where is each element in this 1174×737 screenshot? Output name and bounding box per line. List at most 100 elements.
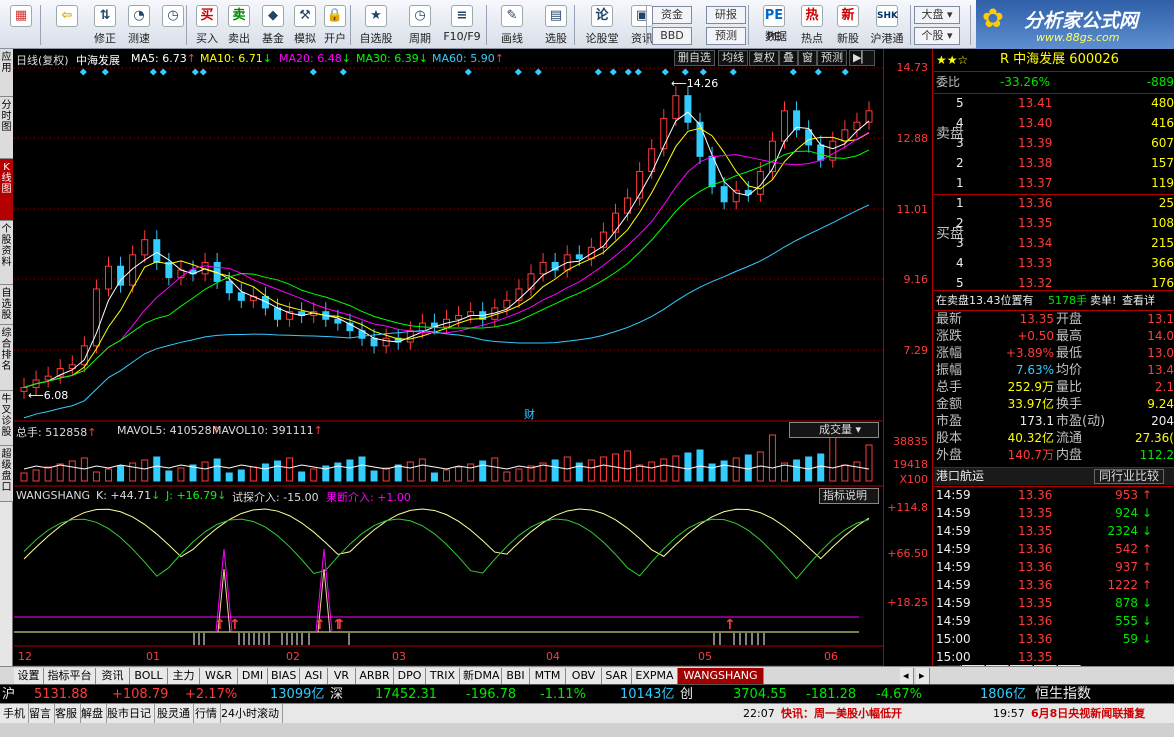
volume-bar: [467, 463, 475, 482]
hotspot-button[interactable]: 热热点: [794, 3, 830, 47]
buy-level-row[interactable]: 3 13.34 215: [934, 235, 1174, 252]
status-link[interactable]: 24小时滚动: [218, 704, 283, 723]
next-icon[interactable]: ▶▏: [849, 50, 875, 66]
index-ticker: 沪 5131.88 +108.79 +2.17% 13099亿 深 17452.…: [0, 684, 1174, 703]
scroll-left-icon[interactable]: ◂: [900, 668, 914, 684]
chart-tool-button[interactable]: 复权: [749, 50, 779, 66]
chart-tool-button[interactable]: 删自选: [674, 50, 715, 66]
indicator-tab[interactable]: BOLL: [130, 668, 168, 684]
indicator-tab[interactable]: 新DMA: [460, 668, 502, 684]
indicator-tab[interactable]: ASI: [300, 668, 328, 684]
status-link[interactable]: 解盘: [78, 704, 107, 723]
toolbar-screen-button[interactable]: ▤ 选股: [534, 3, 578, 47]
left-tab[interactable]: 应用: [0, 49, 13, 97]
market-dropdown[interactable]: 大盘 ▾: [914, 6, 960, 24]
compare-sector-button[interactable]: 同行业比较: [1094, 469, 1165, 484]
toolbar-up-down-button[interactable]: ⇅ 修正: [88, 3, 122, 47]
left-tab[interactable]: 综合排名: [0, 325, 13, 391]
chart-tool-button[interactable]: 窗: [798, 50, 817, 66]
big-order-notice[interactable]: 在卖盘13.43位置有 5178手 卖单! 查看详: [934, 292, 1174, 309]
indicator-tab[interactable]: 设置: [14, 668, 44, 684]
left-tab[interactable]: 自选股: [0, 285, 13, 325]
left-tab[interactable]: 牛叉诊股: [0, 391, 13, 446]
indicator-tab[interactable]: 资讯: [96, 668, 130, 684]
toolbar-back-arrow-button[interactable]: ⇦: [50, 3, 84, 47]
indicator-tab[interactable]: W&R: [200, 668, 238, 684]
buy-level-row[interactable]: 4 13.33 366: [934, 255, 1174, 272]
chart-canvas[interactable]: ↑ ↑ ↑ ↑↑ ↑: [14, 49, 883, 666]
indicator-tab[interactable]: WANGSHANG: [678, 668, 764, 684]
status-link[interactable]: 客服: [52, 704, 81, 723]
indicator-tab[interactable]: SAR: [602, 668, 632, 684]
toolbar-star-button[interactable]: ★ 自选股: [354, 3, 398, 47]
volume-selector[interactable]: 成交量 ▾: [789, 422, 879, 438]
stock-dropdown[interactable]: 个股 ▾: [914, 27, 960, 45]
toolbar-pen-button[interactable]: ✎ 画线: [490, 3, 534, 47]
toolbar-label: 模拟: [294, 32, 316, 45]
indicator-tab[interactable]: BBI: [502, 668, 530, 684]
sell-level-row[interactable]: 2 13.38 157: [934, 155, 1174, 172]
status-link[interactable]: 行情: [192, 704, 221, 723]
sz-amount: 10143亿: [620, 687, 675, 702]
indicator-tab[interactable]: BIAS: [268, 668, 300, 684]
fund-flow-button[interactable]: 资金: [652, 6, 692, 24]
toolbar-buy-button[interactable]: 买买入: [190, 3, 224, 47]
kline-chart[interactable]: ↑ ↑ ↑ ↑ ↑ ↑ 日线(复权) 中海发展 MA5: 6.73↑ MA10: 6.71↓…: [14, 49, 883, 666]
research-button[interactable]: 研报: [706, 6, 746, 24]
toolbar-forum-button[interactable]: 论论股堂: [580, 3, 624, 47]
buy-level-row[interactable]: 1 13.36 25: [934, 195, 1174, 212]
chart-tool-button[interactable]: 叠: [779, 50, 798, 66]
toolbar-clock-button[interactable]: ◷ 周期: [398, 3, 442, 47]
indicator-tab[interactable]: DPO: [394, 668, 426, 684]
chart-tool-button[interactable]: 预测: [817, 50, 847, 66]
data-button[interactable]: 数据: [760, 28, 792, 46]
f10-icon: ≡: [451, 5, 473, 27]
chart-tool-button[interactable]: 均线: [718, 50, 748, 66]
forecast-button[interactable]: 预测: [706, 27, 746, 45]
volume-bar: [515, 468, 523, 482]
toolbar-lock-button[interactable]: 🔒 开户: [318, 3, 352, 47]
status-link[interactable]: 股灵通: [154, 704, 194, 723]
finance-marker[interactable]: 财: [524, 406, 535, 422]
indicator-tab[interactable]: EXPMA: [632, 668, 678, 684]
toolbar-sell-button[interactable]: 卖卖出: [222, 3, 256, 47]
toolbar-speed-button[interactable]: ◔ 测速: [122, 3, 156, 47]
indicator-tab[interactable]: VR: [328, 668, 356, 684]
sell-level-row[interactable]: 3 13.39 607: [934, 135, 1174, 152]
indicator-tab[interactable]: MTM: [530, 668, 566, 684]
hk-connect-button[interactable]: SHK 沪港通: [866, 3, 908, 47]
indicator-tab[interactable]: OBV: [566, 668, 602, 684]
toolbar-clock-button[interactable]: ◷: [156, 3, 190, 47]
toolbar-grid-button[interactable]: ▦: [4, 3, 38, 47]
buy-level-row[interactable]: 2 13.35 108: [934, 215, 1174, 232]
toolbar-fund-button[interactable]: ◆ 基金: [256, 3, 290, 47]
news-headline[interactable]: 6月8日央视新闻联播复: [1028, 704, 1148, 723]
candle-body: [865, 110, 873, 123]
ipo-button[interactable]: 新新股: [830, 3, 866, 47]
indicator-tab[interactable]: ARBR: [356, 668, 394, 684]
status-link[interactable]: 手机: [0, 704, 29, 723]
sz-change: -196.78: [466, 687, 517, 702]
indicator-tab[interactable]: 主力: [168, 668, 200, 684]
left-tab[interactable]: K线图: [0, 159, 13, 221]
status-link[interactable]: 留言: [26, 704, 55, 723]
toolbar-hammer-button[interactable]: ⚒ 模拟: [288, 3, 322, 47]
left-tab[interactable]: 超级盘口: [0, 446, 13, 502]
sell-level-row[interactable]: 1 13.37 119: [934, 175, 1174, 192]
indicator-tab[interactable]: DMI: [238, 668, 268, 684]
volume-bar: [768, 434, 776, 482]
scroll-right-icon[interactable]: ▸: [916, 668, 930, 684]
indicator-help-button[interactable]: 指标说明: [819, 488, 879, 504]
indicator-tab[interactable]: 指标平台: [44, 668, 96, 684]
main-toolbar: ▦ ⇦ ⇅ 修正 ◔ 测速 ◷ 买买入卖卖出 ◆ 基金 ⚒ 模拟 🔒 开户 ★ 自选股 ◷ 周期 ≡ F10/F9 ✎ 画…: [0, 0, 1174, 49]
left-tab[interactable]: 个股资料: [0, 221, 13, 285]
status-link[interactable]: 股市日记: [104, 704, 155, 723]
indicator-tab[interactable]: TRIX: [426, 668, 460, 684]
sector-name[interactable]: 港口航运: [936, 468, 984, 485]
toolbar-f10-button[interactable]: ≡ F10/F9: [440, 3, 484, 47]
bbd-button[interactable]: BBD: [652, 27, 692, 45]
left-tab[interactable]: 分时图: [0, 97, 13, 159]
news-flash[interactable]: 快讯：周一美股小幅低开: [778, 704, 905, 723]
sell-level-row[interactable]: 4 13.40 416: [934, 115, 1174, 132]
sell-level-row[interactable]: 5 13.41 480: [934, 95, 1174, 112]
